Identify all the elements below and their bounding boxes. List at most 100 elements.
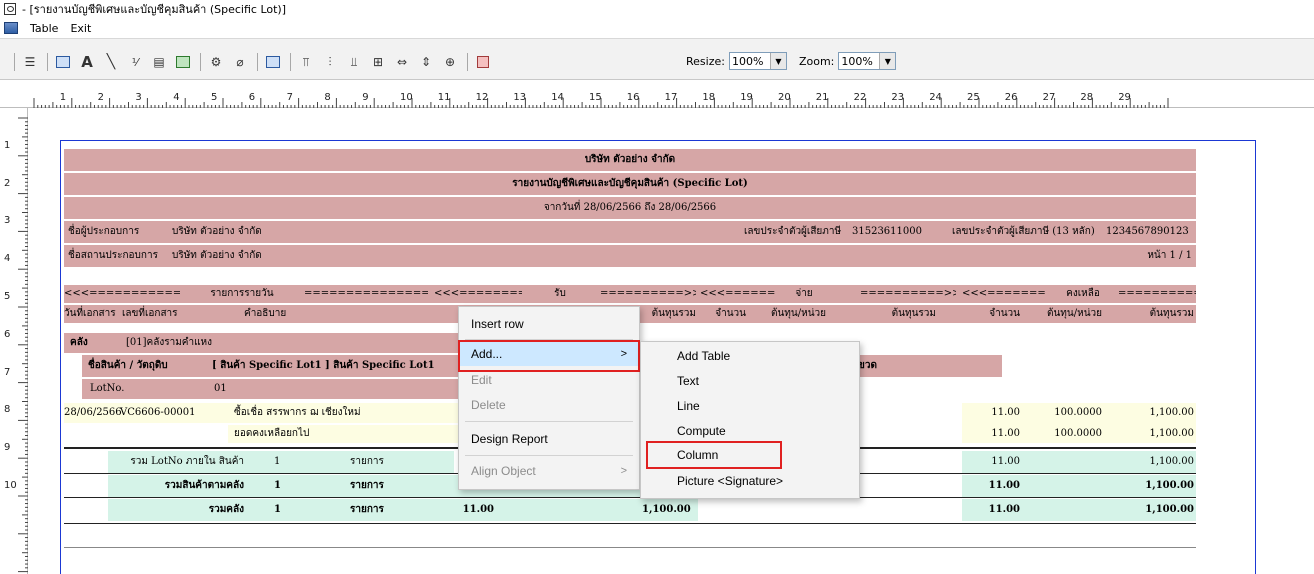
menu-exit[interactable]: Exit [64,22,97,35]
group-header-row[interactable]: <<<=============== รายการรายวัน ========… [64,285,1196,303]
menu-separator [465,421,633,422]
date-range-row[interactable]: จากวันที่ 28/06/2566 ถึง 28/06/2566 [64,197,1196,219]
highlight-box [458,340,640,372]
toolbar-divider [200,53,201,71]
ruler-label: 8 [4,404,11,416]
align-middle-icon[interactable]: ⫶ [319,52,341,72]
menu-item-delete[interactable]: Delete [459,393,639,417]
sum-qty: 11.00 [462,504,494,515]
table-icon[interactable] [52,52,74,72]
ruler-label: 16 [626,92,640,103]
title-row[interactable]: รายงานบัญชีพิเศษและบัญชีคุมสินค้า (Speci… [64,173,1196,195]
menu-item-label: Text [677,374,700,388]
line-desc: ซื้อเชื่อ สรรพากร ฌ เชียงใหม่ [234,407,361,418]
menu-item-picture-signature[interactable]: Picture <Signature> [641,469,859,493]
col-unit-cost: ต้นทุน/หน่วย [770,308,826,319]
properties-icon[interactable]: ⚙ [205,52,227,72]
resize-value: 100% [731,54,764,68]
ruler-label: 1 [59,92,67,103]
branch-row[interactable]: ชื่อสถานประกอบการ บริษัท ตัวอย่าง จำกัด … [64,245,1196,267]
sum-product-label: รวมสินค้าตามคลัง [164,480,244,491]
bal-unit: 100.0000 [1054,428,1102,439]
sum-qty: 11.00 [991,456,1020,467]
menu-item-compute[interactable]: Compute [641,419,859,443]
align-bottom-icon[interactable]: ⫫ [343,52,365,72]
branch-value: บริษัท ตัวอย่าง จำกัด [172,250,262,261]
arrow-right: ==========>>> [1118,288,1196,299]
ruler-label: 11 [437,92,451,103]
warehouse-label: คลัง [70,337,88,348]
exit-icon[interactable] [472,52,494,72]
ruler-label: 22 [853,92,867,103]
chevron-down-icon[interactable]: ▼ [769,53,786,69]
menu-item-text[interactable]: Text [641,369,859,393]
highlight-box [646,441,782,469]
line-date: 28/06/2566 [64,407,122,418]
operator-row[interactable]: ชื่อผู้ประกอบการ บริษัท ตัวอย่าง จำกัด เ… [64,221,1196,243]
ruler-label: 2 [4,177,11,189]
ruler-label: 1 [4,139,11,151]
chevron-right-icon: > [620,465,627,477]
resize-select[interactable]: 100% ▼ [728,52,787,70]
menu-item-design-report[interactable]: Design Report [459,427,639,451]
toolbar-grip [14,53,15,71]
sum-warehouse-row[interactable]: รวมคลัง 1 รายการ 11.00 1,100.00 11.00 1,… [64,499,1196,521]
arrow-right: ==========>>> [600,288,696,299]
company-row[interactable]: บริษัท ตัวอย่าง จำกัด [64,149,1196,171]
eraser-icon[interactable]: ⌀ [229,52,251,72]
report-designer-window: - [รายงานบัญชีพิเศษและบัญชีคุมสินค้า (Sp… [0,0,1314,574]
sum-count: 1 [274,456,281,467]
branch-label: ชื่อสถานประกอบการ [68,250,158,261]
same-height-icon[interactable]: ⇕ [415,52,437,72]
text-icon[interactable]: A [76,52,98,72]
date-range: จากวันที่ 28/06/2566 ถึง 28/06/2566 [543,202,717,213]
menu-item-insert-row[interactable]: Insert row [459,312,639,336]
app-icon [4,3,16,15]
line-icon[interactable]: ╲ [100,52,122,72]
title-bar: - [รายงานบัญชีพิเศษและบัญชีคุมสินค้า (Sp… [0,0,1314,18]
zoom-controls: Resize: 100% ▼ Zoom: 100% ▼ [686,52,908,70]
group-pay: จ่าย [795,288,813,299]
menu-item-align-object[interactable]: Align Object > [459,459,639,483]
ruler-label: 3 [4,215,11,227]
menu-item-label: Line [677,399,700,413]
sum-lot-label: รวม LotNo ภายใน สินค้า [130,456,244,467]
toolbar-divider [290,53,291,71]
picture-icon[interactable] [172,52,194,72]
taxid13-label: เลขประจำตัวผู้เสียภาษี (13 หลัก) [952,226,1095,237]
compute-icon[interactable]: ⅟ [124,52,146,72]
chevron-down-icon[interactable]: ▼ [879,53,896,69]
zoom-select[interactable]: 100% ▼ [838,52,897,70]
group-balance: คงเหลือ [1066,288,1100,299]
preview-icon[interactable] [262,52,284,72]
align-top-icon[interactable]: ⫪ [295,52,317,72]
ruler-label: 10 [4,480,17,491]
ruler-label: 15 [589,92,602,103]
col-total-cost: ต้นทุนรวม [1149,308,1194,319]
menu-item-line[interactable]: Line [641,394,859,418]
ruler-label: 5 [211,92,218,103]
align-left-icon[interactable]: ☰ [19,52,41,72]
ruler-label: 2 [97,92,104,103]
ruler-label: 29 [1118,92,1131,103]
sum-qty: 11.00 [988,480,1020,491]
sum-total: 1,100.00 [642,504,691,515]
ruler-label: 6 [248,92,256,103]
same-size-icon[interactable]: ⊕ [439,52,461,72]
context-menu: Insert row Add... > Edit Delete Design Re… [458,306,640,490]
ruler-label: 4 [4,253,11,265]
menu-table[interactable]: Table [24,22,64,35]
arrow-left: <<<=============== [64,288,180,299]
window-title: - [รายงานบัญชีพิเศษและบัญชีคุมสินค้า (Sp… [22,3,287,16]
ruler-label: 14 [551,92,564,103]
column-icon[interactable]: ▤ [148,52,170,72]
resize-label: Resize: [686,54,725,68]
ruler-label: 9 [362,92,369,103]
menu-item-label: Align Object [471,464,536,478]
toolbar-divider [257,53,258,71]
arrow-right: ===============>>> [304,288,428,299]
distribute-icon[interactable]: ⊞ [367,52,389,72]
ruler-label: 18 [702,92,716,103]
menu-item-add-table[interactable]: Add Table [641,344,859,368]
same-width-icon[interactable]: ⇔ [391,52,413,72]
